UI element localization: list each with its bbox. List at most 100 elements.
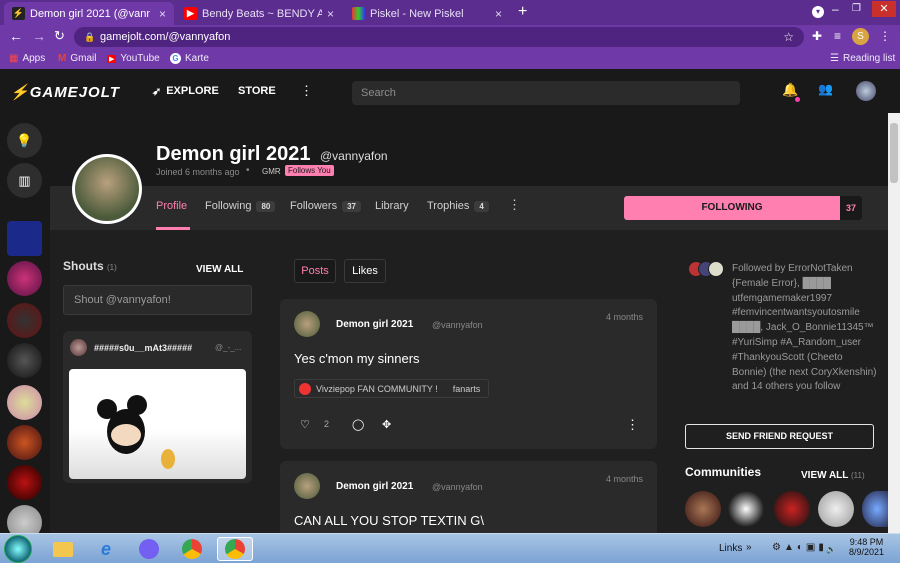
post-more-icon[interactable]: ⋮ [626, 417, 639, 433]
post-time[interactable]: 4 months [606, 474, 643, 484]
tab-search-icon[interactable]: ▾ [812, 6, 824, 18]
shout-image[interactable] [69, 369, 246, 479]
tab-trophies[interactable]: Trophies 4 [427, 200, 489, 212]
browser-tab-gamejolt[interactable]: ⚡ Demon girl 2021 (@vannyafon × [4, 2, 174, 25]
comment-icon[interactable]: ◯ [352, 418, 364, 431]
browser-tab-youtube[interactable]: ▶ Bendy Beats ~ BENDY AND THE × [176, 2, 342, 25]
like-icon[interactable]: ♡ [300, 418, 310, 431]
community-icon[interactable] [7, 385, 42, 420]
community-icon[interactable] [7, 261, 42, 296]
volume-icon[interactable]: 🔈 [826, 545, 837, 554]
following-button[interactable]: FOLLOWING [624, 196, 840, 220]
address-bar[interactable]: 🔒 gamejolt.com/@vannyafon ☆ [74, 27, 804, 47]
chrome-active-icon[interactable] [217, 537, 253, 561]
community-icon[interactable] [774, 491, 810, 527]
sticker-icon[interactable]: ✥ [382, 418, 391, 431]
restore-button[interactable]: ❐ [852, 3, 861, 14]
gamejolt-logo[interactable]: ⚡GAMEJOLT [10, 83, 120, 101]
links-toolbar[interactable]: Links [719, 543, 742, 554]
explore-link[interactable]: ➶ EXPLORE [152, 85, 219, 98]
internet-explorer-icon[interactable]: e [88, 537, 124, 561]
tab-likes[interactable]: Likes [344, 259, 386, 283]
extensions-icon[interactable]: ✚ [812, 29, 822, 43]
post-avatar[interactable] [294, 311, 320, 337]
post-avatar[interactable] [294, 473, 320, 499]
community-icon [299, 382, 311, 395]
bookmark-gmail[interactable]: M Gmail [58, 53, 96, 64]
post-author[interactable]: Demon girl 2021 [336, 481, 413, 492]
shout-username[interactable]: #####s0u__mAt3##### [94, 343, 192, 353]
profile-more-icon[interactable]: ⋮ [508, 197, 521, 213]
page-scrollbar[interactable] [888, 113, 900, 533]
community-pixel-icon[interactable] [7, 221, 42, 256]
file-explorer-icon[interactable] [45, 537, 81, 561]
forward-icon[interactable]: → [32, 28, 46, 44]
community-icon[interactable] [728, 491, 764, 527]
reload-icon[interactable]: ↻ [54, 28, 65, 44]
tab-profile[interactable]: Profile [156, 200, 187, 212]
bookmark-star-icon[interactable]: ☆ [783, 27, 794, 47]
tab-library[interactable]: Library [375, 200, 409, 212]
post-community-tag[interactable]: Vivziepop FAN COMMUNITY ! fanarts [294, 379, 490, 398]
bookmark-karte[interactable]: G Karte [170, 53, 209, 64]
chrome-icon[interactable] [174, 537, 210, 561]
communities-heading: Communities [685, 465, 762, 479]
tab-following[interactable]: Following 80 [205, 200, 276, 212]
back-icon[interactable]: ← [9, 28, 23, 44]
close-icon[interactable]: × [495, 7, 502, 21]
channel-label: fanarts [452, 383, 481, 394]
tab-followers[interactable]: Followers 37 [290, 200, 361, 212]
community-icon[interactable] [7, 425, 42, 460]
links-chevron-icon[interactable]: » [746, 542, 752, 553]
system-tray-icons[interactable]: ⚙▲◐▣▮ [772, 542, 827, 553]
profile-avatar[interactable] [72, 154, 142, 224]
close-icon[interactable]: × [327, 7, 334, 21]
new-tab-button[interactable]: + [518, 3, 527, 21]
post-author[interactable]: Demon girl 2021 [336, 319, 413, 330]
bookmark-youtube[interactable]: ▶ YouTube [107, 53, 160, 64]
clock[interactable]: 9:48 PM 8/9/2021 [849, 537, 884, 557]
shout-handle: @_-_... [215, 343, 242, 352]
notification-dot [795, 97, 800, 102]
library-icon[interactable]: ▥ [7, 163, 42, 198]
community-icon[interactable] [7, 343, 42, 378]
shout-input[interactable]: Shout @vannyafon! [63, 285, 252, 315]
communities-view-all[interactable]: VIEW ALL (11) [801, 470, 865, 481]
post-card: Demon girl 2021 @vannyafon 4 months CAN … [280, 461, 657, 533]
media-icon[interactable]: ≡ [834, 29, 841, 43]
browser-tab-piskel[interactable]: Piskel - New Piskel × [344, 2, 510, 25]
community-icon[interactable] [7, 303, 42, 338]
browser-tab-strip: ⚡ Demon girl 2021 (@vannyafon × ▶ Bendy … [0, 0, 900, 25]
notifications-icon[interactable]: 🔔 [782, 82, 798, 98]
friends-icon[interactable]: 👥 [818, 82, 833, 96]
view-all-label: VIEW ALL [801, 470, 849, 481]
user-avatar[interactable] [856, 81, 876, 101]
scrollbar-thumb[interactable] [890, 123, 898, 183]
followed-by-text: Followed by ErrorNotTaken {Female Error}… [732, 263, 877, 393]
tab-posts[interactable]: Posts [294, 259, 336, 283]
more-menu-icon[interactable]: ⋮ [300, 83, 313, 99]
shouts-view-all-link[interactable]: VIEW ALL [196, 264, 243, 275]
close-icon[interactable]: × [159, 7, 166, 21]
chrome-menu-icon[interactable]: ⋮ [879, 29, 891, 43]
send-friend-request-button[interactable]: SEND FRIEND REQUEST [685, 424, 874, 449]
shout-avatar[interactable] [70, 339, 87, 356]
community-icon[interactable] [818, 491, 854, 527]
quest-icon[interactable]: 💡 [7, 123, 42, 158]
post-time[interactable]: 4 months [606, 312, 643, 322]
start-button[interactable] [4, 535, 32, 563]
profile-avatar[interactable]: S [852, 28, 869, 45]
bookmark-apps[interactable]: ▦ Apps [9, 53, 45, 64]
tab-label: Following [205, 200, 252, 212]
community-icon[interactable] [685, 491, 721, 527]
mutual-follower-avatars[interactable] [688, 261, 726, 277]
logo-text: GAMEJOLT [29, 84, 120, 101]
viber-icon[interactable] [131, 537, 167, 561]
community-icon[interactable] [7, 465, 42, 500]
search-input[interactable]: Search [352, 81, 740, 105]
community-icon[interactable] [862, 491, 888, 527]
store-link[interactable]: STORE [238, 85, 276, 97]
minimize-button[interactable]: – [832, 2, 839, 16]
reading-list-button[interactable]: ☰ Reading list [830, 53, 895, 64]
window-close-button[interactable]: ✕ [872, 1, 896, 17]
